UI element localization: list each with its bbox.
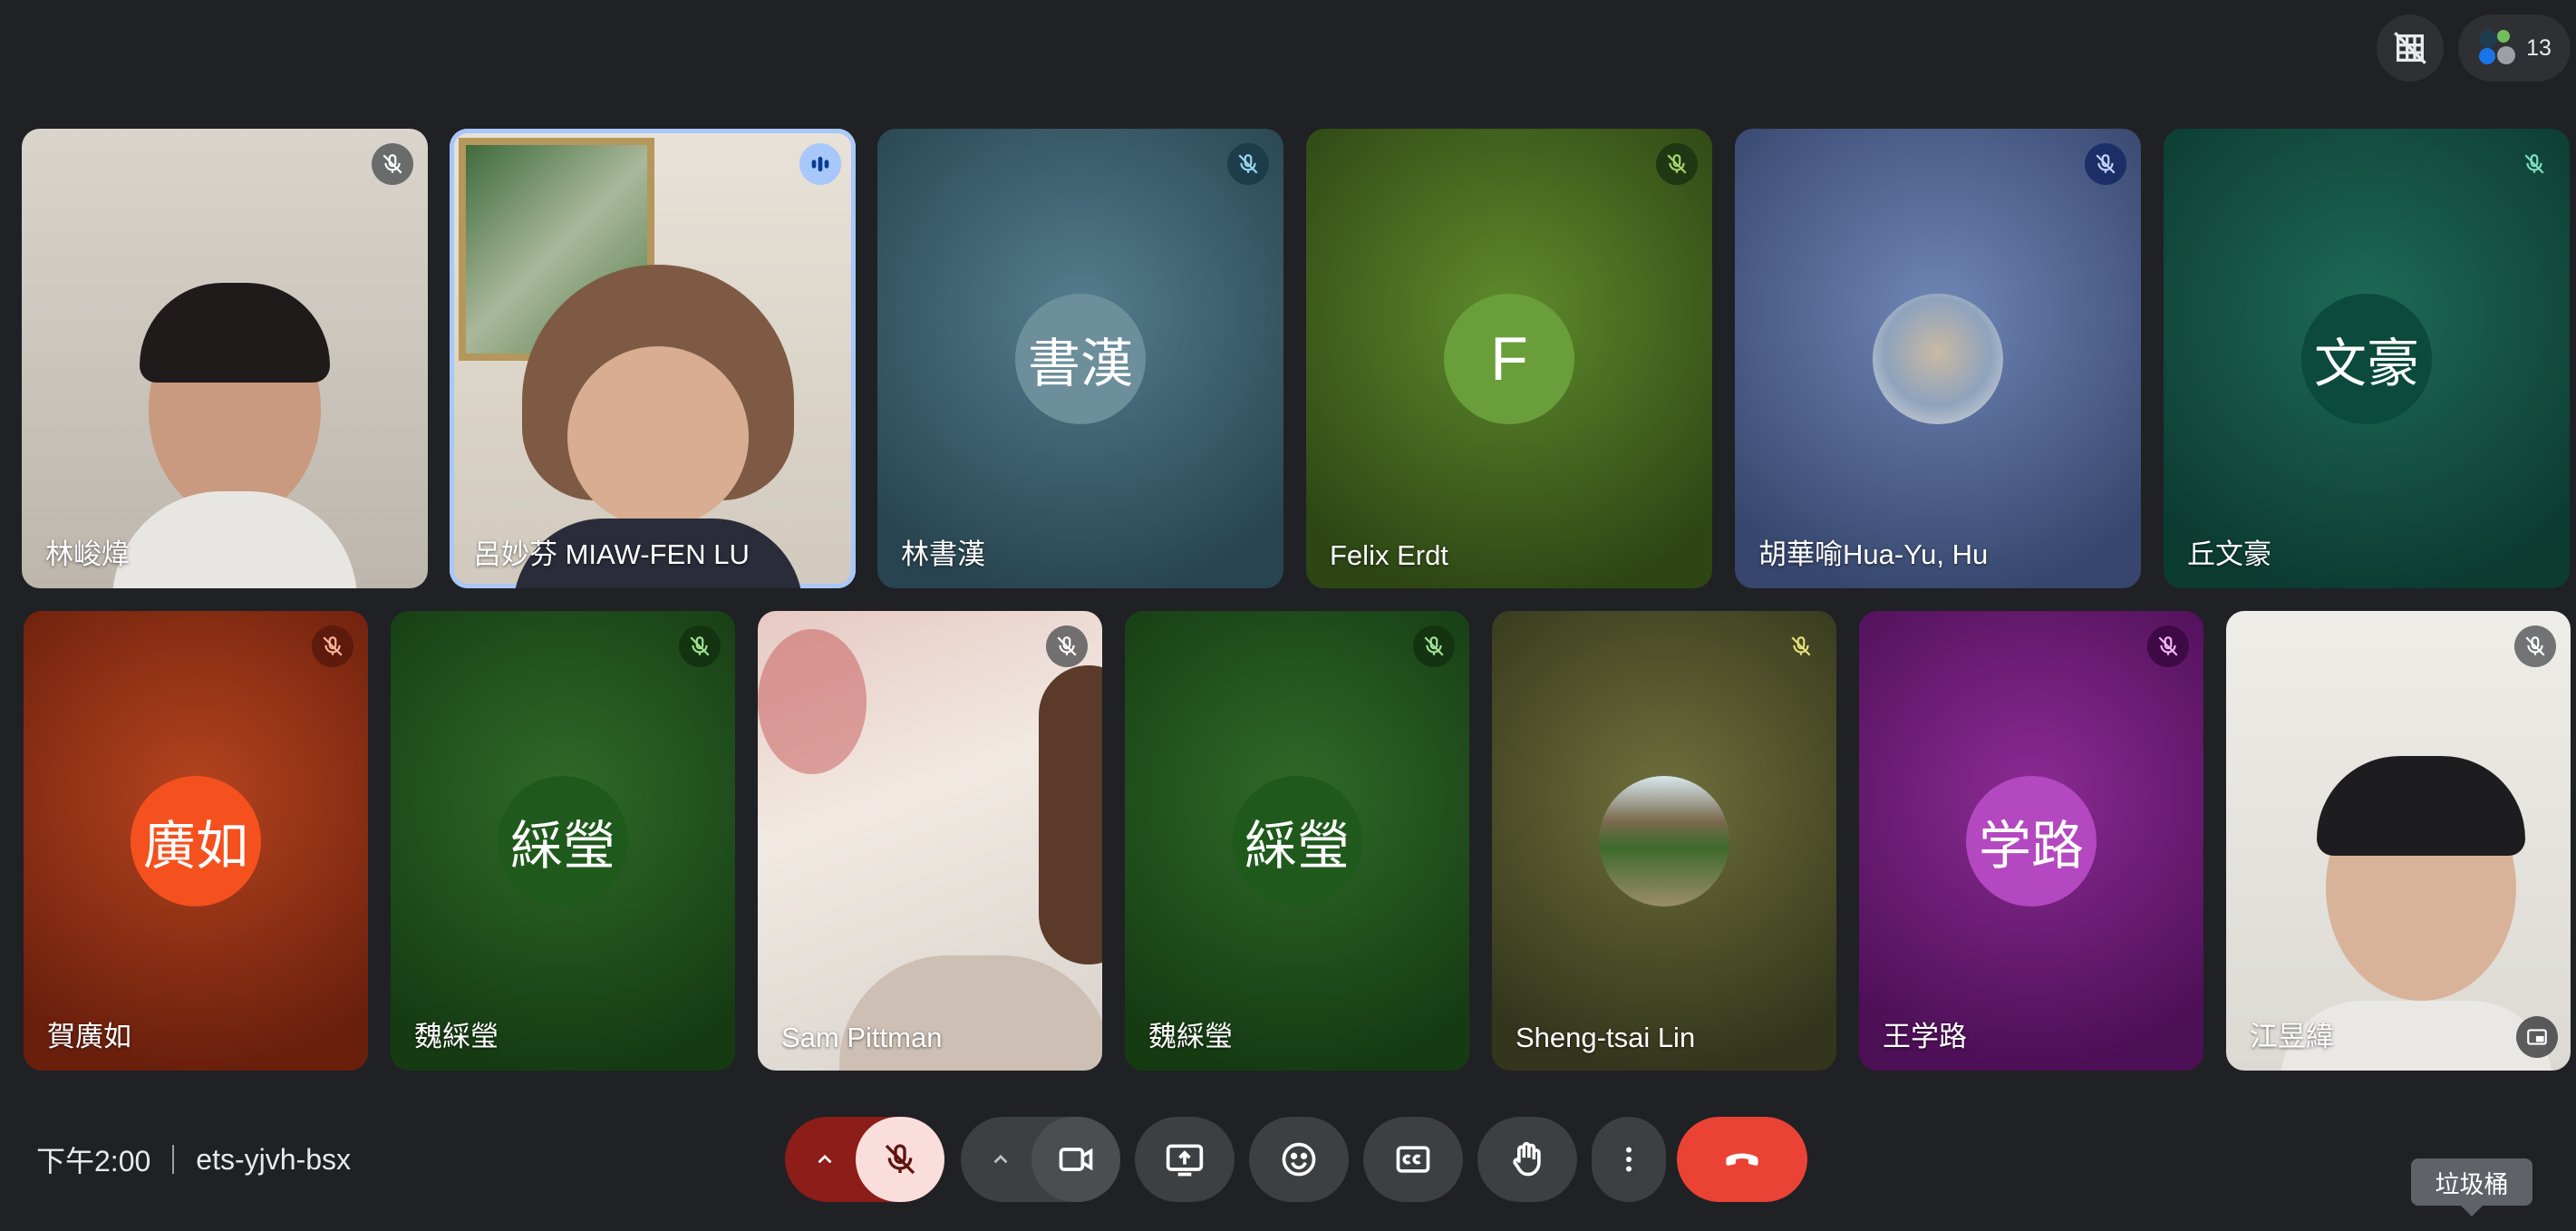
participant-name: 胡華喻Hua-Yu, Hu [1758, 538, 1989, 570]
participants-avatars-icon [2477, 28, 2517, 68]
mic-off-icon [1238, 154, 1258, 174]
participant-name: 呂妙芬 MIAW-FEN LU [473, 538, 750, 570]
reactions-button[interactable] [1249, 1117, 1349, 1202]
participant-name: Sheng-tsai Lin [1516, 1022, 1696, 1053]
call-end-icon [1726, 1153, 1758, 1166]
mic-off-icon [2525, 636, 2545, 656]
present-to-all-icon [1166, 1144, 1204, 1177]
participant-name: 魏綵瑩 [414, 1021, 499, 1052]
participant-video [112, 265, 357, 588]
mic-off-icon [323, 636, 343, 656]
participant-video-blurred [758, 611, 1102, 1071]
participant-count: 13 [2526, 34, 2552, 61]
mic-off-icon [2158, 636, 2178, 656]
participant-name: 丘文豪 [2187, 538, 2271, 570]
mic-off-icon [2524, 154, 2544, 174]
chevron-up-icon [818, 1154, 832, 1164]
muted-indicator [2513, 143, 2555, 185]
participant-tile[interactable]: 綵瑩 魏綵瑩 [391, 611, 735, 1071]
participant-name: 賀廣如 [47, 1021, 131, 1052]
video-control-group [961, 1117, 1120, 1202]
current-time: 下午2:00 [36, 1145, 151, 1178]
participant-tile[interactable]: 書漢 林書漢 [877, 129, 1283, 588]
grid-off-icon [2394, 32, 2426, 64]
divider [172, 1145, 175, 1174]
participant-tile[interactable]: 林峻煒 [22, 129, 428, 588]
audio-options-button[interactable] [785, 1117, 865, 1202]
participant-avatar: 書漢 [1015, 293, 1146, 424]
participant-name: Felix Erdt [1330, 539, 1448, 571]
mic-off-icon [690, 636, 710, 656]
participant-avatar: F [1444, 293, 1574, 424]
muted-indicator [679, 625, 721, 667]
muted-indicator [1227, 143, 1269, 185]
closed-caption-icon [1396, 1146, 1430, 1173]
pip-icon[interactable] [2516, 1016, 2558, 1058]
camera-toggle-button[interactable] [1031, 1117, 1120, 1202]
participant-avatar-photo [1873, 293, 2003, 424]
participant-tile[interactable]: 胡華喻Hua-Yu, Hu [1735, 129, 2141, 588]
participant-tile-active-speaker[interactable]: 呂妙芬 MIAW-FEN LU [450, 129, 856, 588]
muted-indicator [1046, 625, 1088, 667]
participant-tile[interactable]: 廣如 賀廣如 [24, 611, 368, 1071]
participant-avatar: 綵瑩 [1232, 775, 1362, 906]
videocam-icon [1059, 1148, 1093, 1171]
emoji-icon [1282, 1142, 1316, 1177]
audio-control-group [785, 1117, 944, 1202]
video-options-button[interactable] [961, 1117, 1041, 1202]
mic-off-icon [1057, 636, 1077, 656]
muted-indicator [1780, 625, 1822, 667]
participant-name: 林書漢 [901, 538, 985, 570]
muted-indicator [312, 625, 353, 667]
participant-name: Sam Pittman [781, 1022, 943, 1053]
tooltip: 垃圾桶 [2411, 1158, 2532, 1216]
participant-name: 魏綵瑩 [1148, 1021, 1233, 1052]
participant-avatar-photo [1599, 775, 1729, 906]
meeting-info: 下午2:00 ets-yjvh-bsx [36, 1139, 351, 1180]
participant-name: 江昱緯 [2250, 1021, 2334, 1052]
participant-name: 王学路 [1883, 1021, 1967, 1052]
participant-avatar: 文豪 [2301, 293, 2432, 424]
raise-hand-button[interactable] [1477, 1117, 1577, 1202]
participants-button[interactable]: 13 [2458, 15, 2571, 82]
speaking-indicator [799, 143, 841, 185]
participant-tile[interactable]: 綵瑩 魏綵瑩 [1125, 611, 1469, 1071]
hand-icon [1513, 1141, 1541, 1177]
participant-avatar: 学路 [1966, 775, 2097, 906]
muted-indicator [2147, 625, 2189, 667]
participant-avatar: 廣如 [131, 775, 261, 906]
more-options-button[interactable] [1592, 1117, 1666, 1202]
present-screen-button[interactable] [1135, 1117, 1235, 1202]
more-vert-icon [1626, 1147, 1632, 1172]
chevron-up-icon [993, 1154, 1008, 1164]
mic-off-icon [2096, 154, 2116, 174]
leave-call-button[interactable] [1677, 1117, 1807, 1202]
muted-indicator [1413, 625, 1455, 667]
participant-tile[interactable]: F Felix Erdt [1306, 129, 1712, 588]
muted-indicator [2085, 143, 2126, 185]
meeting-code[interactable]: ets-yjvh-bsx [196, 1143, 351, 1177]
mic-off-icon [1424, 636, 1444, 656]
participant-name: 林峻煒 [45, 538, 130, 570]
mic-off-icon [885, 1144, 915, 1175]
participant-tile[interactable]: 学路 王学路 [1859, 611, 2203, 1071]
mic-off-icon [1667, 154, 1687, 174]
participant-avatar: 綵瑩 [498, 775, 628, 906]
muted-indicator [372, 143, 413, 185]
participant-tile[interactable]: Sam Pittman [758, 611, 1102, 1071]
microphone-toggle-button[interactable] [856, 1117, 944, 1202]
muted-indicator [2514, 625, 2556, 667]
mic-off-icon [1791, 636, 1811, 656]
muted-indicator [1656, 143, 1698, 185]
audio-bars-icon [811, 156, 829, 172]
no-captions-layout-button[interactable] [2377, 15, 2444, 82]
participant-tile[interactable]: 文豪 丘文豪 [2164, 129, 2570, 588]
mic-off-icon [383, 154, 402, 174]
captions-button[interactable] [1363, 1117, 1463, 1202]
participant-tile[interactable]: 江昱緯 [2226, 611, 2571, 1071]
participant-tile[interactable]: Sheng-tsai Lin [1492, 611, 1836, 1071]
